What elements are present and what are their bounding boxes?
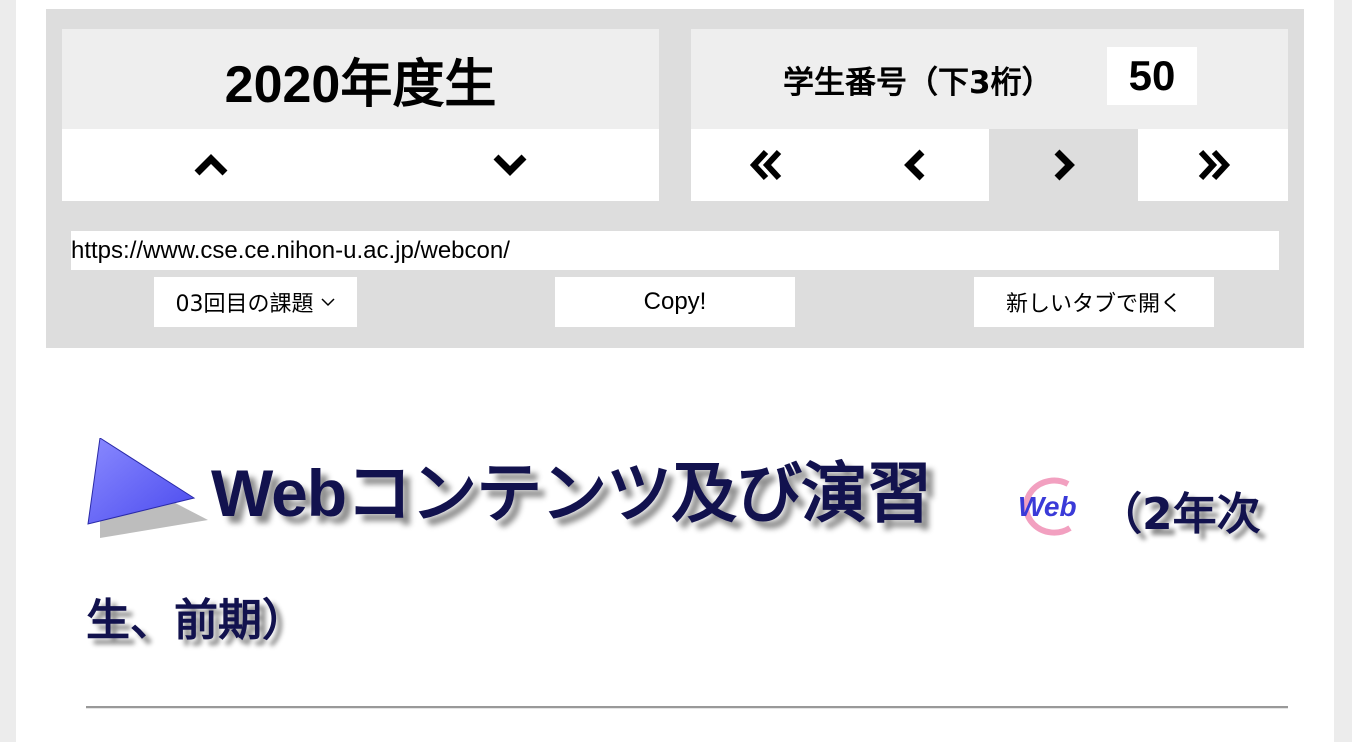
page-heading: Webコンテンツ及び演習 Web （2年次 生、前期） [86, 430, 1306, 660]
year-down-button[interactable] [361, 129, 659, 201]
double-chevron-right-icon [1198, 149, 1230, 181]
student-title-bar: 学生番号（下3桁） 50 [691, 29, 1288, 129]
web-logo-icon: Web [1018, 477, 1077, 536]
double-chevron-left-icon [749, 149, 781, 181]
last-student-button[interactable] [1139, 129, 1288, 201]
first-student-button[interactable] [691, 129, 840, 201]
url-input[interactable] [71, 231, 1279, 270]
heading-main-text: Webコンテンツ及び演習 [211, 456, 932, 530]
chevron-left-icon [903, 149, 924, 181]
student-number-value[interactable]: 50 [1107, 47, 1197, 105]
previous-student-button[interactable] [840, 129, 989, 201]
assignment-select-label: 03回目の課題 [175, 292, 314, 317]
chevron-right-icon [1054, 149, 1075, 181]
divider [86, 706, 1288, 709]
next-student-button[interactable] [989, 129, 1138, 201]
heading-suffix-text: （2年次 [1098, 489, 1261, 540]
triangle-logo-icon [87, 438, 208, 538]
student-number-label: 学生番号（下3桁） [783, 65, 1053, 101]
copy-button[interactable]: Copy! [555, 277, 795, 327]
page: 2020年度生 学生番号（下3桁） 50 https://www.cse.ce.… [16, 0, 1334, 742]
chevron-up-icon [194, 154, 228, 176]
open-new-tab-button[interactable]: 新しいタブで開く [974, 277, 1214, 327]
year-selector: 2020年度生 [62, 29, 659, 201]
chevron-down-icon [320, 298, 335, 307]
year-title: 2020年度生 [62, 29, 659, 129]
year-up-button[interactable] [62, 129, 360, 201]
control-panel: 2020年度生 学生番号（下3桁） 50 https://www.cse.ce.… [46, 9, 1304, 348]
web-badge-text: Web [1018, 491, 1077, 522]
student-selector: 学生番号（下3桁） 50 [691, 29, 1288, 201]
assignment-select[interactable]: 03回目の課題 [154, 277, 357, 327]
chevron-down-icon [493, 154, 527, 176]
heading-second-line: 生、前期） [86, 595, 306, 646]
